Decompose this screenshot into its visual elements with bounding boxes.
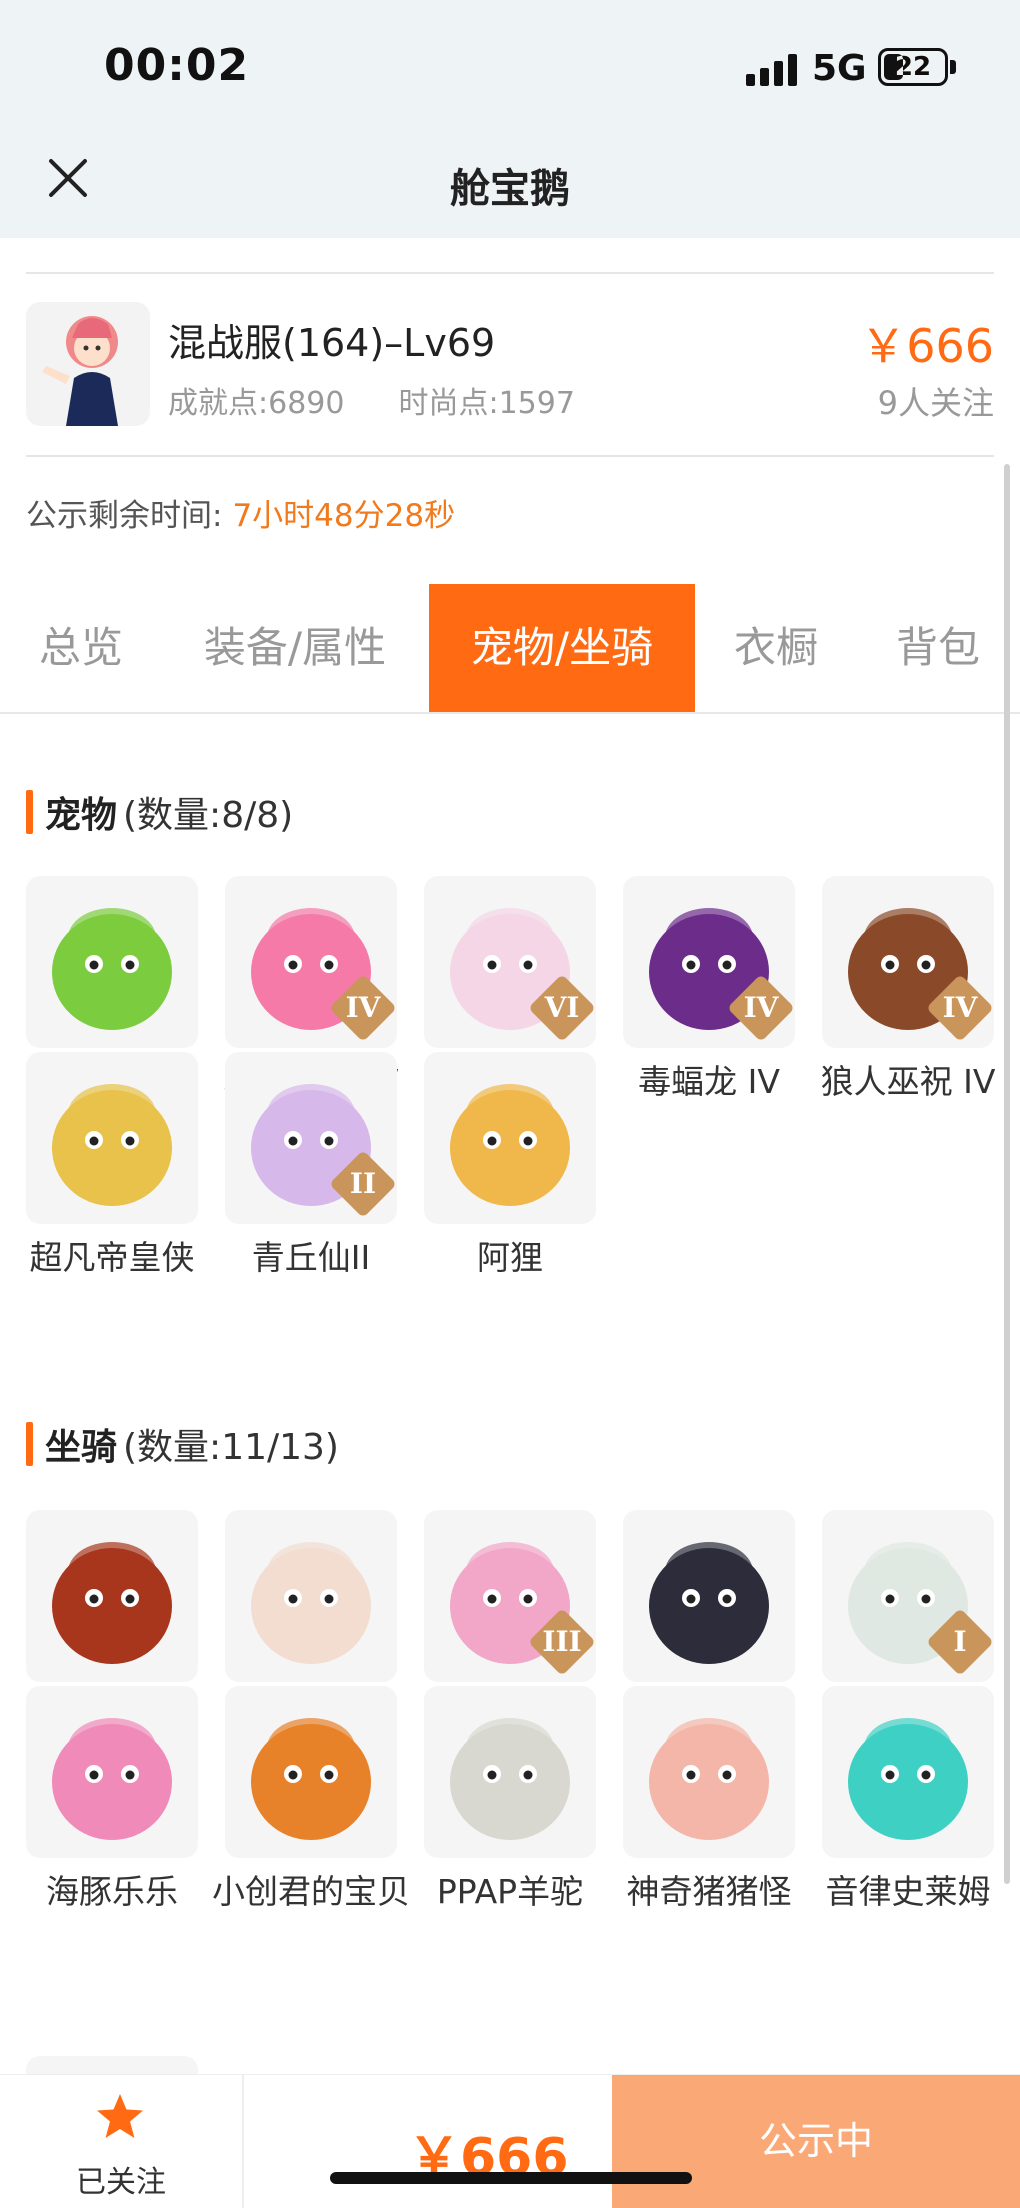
countdown-value: 7小时48分28秒	[232, 498, 456, 534]
pets-count: (数量:8/8)	[123, 795, 294, 836]
divider	[26, 455, 994, 457]
countdown-label: 公示剩余时间:	[26, 498, 223, 534]
divider	[0, 712, 1020, 714]
pets-title: 宠物	[45, 795, 118, 836]
pet-doubao-icon	[26, 876, 198, 1048]
bottom-action-bar: 已关注 ￥666 公示中	[0, 2074, 1020, 2208]
mount-phoenix-icon	[225, 1686, 397, 1858]
pet-pink-bear-icon: IV	[225, 876, 397, 1048]
grade-badge-text: III	[542, 1625, 582, 1658]
grade-badge-text: IV	[942, 991, 978, 1024]
follow-button[interactable]: 已关注	[0, 2075, 244, 2208]
achievement-points: 成就点:6890	[168, 386, 345, 421]
mount-pig-icon	[623, 1686, 795, 1858]
item-name: 海豚乐乐	[46, 1872, 178, 1911]
item-name: PPAP羊驼	[436, 1872, 584, 1911]
pet-poison-dragon-icon: IV	[623, 876, 795, 1048]
mount-dolphin-icon	[26, 1686, 198, 1858]
tab-wardrobe[interactable]: 衣橱	[720, 584, 832, 712]
follower-count: 9人关注	[877, 384, 994, 422]
item-name: 超凡帝皇侠	[29, 1238, 195, 1277]
list-item[interactable]: 音律史莱姆	[822, 1686, 994, 1914]
pet-emperor-knight-icon	[26, 1052, 198, 1224]
item-name: 毒蝠龙 IV	[638, 1062, 780, 1101]
mount-unicorn-icon: III	[424, 1510, 596, 1682]
list-item[interactable]: 阿狸	[424, 1052, 596, 1280]
network-type: 5G	[812, 48, 867, 89]
tab-backpack[interactable]: 背包	[882, 584, 994, 712]
item-name: 青丘仙II	[251, 1238, 371, 1277]
list-item[interactable]: II 青丘仙II	[225, 1052, 397, 1280]
character-price: ￥666	[860, 319, 994, 373]
pet-fox-fairy-icon: II	[225, 1052, 397, 1224]
list-item[interactable]: 神奇猪猪怪	[623, 1686, 795, 1914]
scrollbar[interactable]	[1004, 464, 1010, 1884]
grade-badge-text: VI	[544, 991, 580, 1024]
item-name: 狼人巫祝 IV	[820, 1062, 996, 1101]
pet-ali-icon	[424, 1052, 596, 1224]
mounts-title: 坐骑	[45, 1427, 118, 1468]
mounts-count: (数量:11/13)	[123, 1427, 339, 1468]
mount-mist-deer-icon: I	[822, 1510, 994, 1682]
pet-werewolf-icon: IV	[822, 876, 994, 1048]
battery-level: 22	[894, 52, 932, 82]
home-indicator	[330, 2172, 692, 2184]
list-item[interactable]: 小创君的宝贝	[212, 1686, 410, 1914]
list-item[interactable]: IV 毒蝠龙 IV	[623, 876, 795, 1104]
follow-label: 已关注	[76, 2165, 166, 2200]
list-item[interactable]: IV 狼人巫祝 IV	[821, 876, 995, 1104]
mounts-section-title: 坐骑 (数量:11/13)	[26, 1418, 339, 1470]
item-name: 阿狸	[477, 1238, 543, 1277]
list-item[interactable]	[26, 2056, 198, 2074]
pets-section-title: 宠物 (数量:8/8)	[26, 786, 293, 838]
mount-fluffy-rabbit-icon	[225, 1510, 397, 1682]
list-item[interactable]: 超凡帝皇侠	[26, 1052, 198, 1280]
nav-bar: 舱宝鹅	[0, 120, 1020, 238]
signal-icon	[746, 52, 797, 86]
fashion-points: 时尚点:1597	[398, 386, 575, 421]
tab-bar: 总览 装备/属性 宠物/坐骑 衣橱 背包	[0, 584, 1020, 712]
divider	[26, 272, 994, 274]
character-name: 混战服(164)–Lv69	[168, 321, 496, 365]
list-item[interactable]: PPAP羊驼	[424, 1686, 596, 1914]
tab-pets-mounts[interactable]: 宠物/坐骑	[429, 584, 695, 712]
page-title: 舱宝鹅	[450, 166, 570, 212]
status-time: 00:02	[104, 40, 250, 91]
grade-badge-text: I	[953, 1625, 967, 1658]
item-name: 小创君的宝贝	[212, 1872, 410, 1911]
mount-gold-dragon-icon	[26, 1510, 198, 1682]
character-avatar	[26, 302, 150, 426]
character-stats: 成就点:6890 时尚点:1597	[168, 378, 575, 422]
mount-slime-icon	[822, 1686, 994, 1858]
item-name: 神奇猪猪怪	[626, 1872, 792, 1911]
status-bar: 00:02 5G 22	[0, 0, 1020, 120]
grade-badge-text: II	[349, 1167, 377, 1200]
star-icon	[97, 2094, 143, 2138]
list-item[interactable]: 海豚乐乐	[26, 1686, 198, 1914]
battery-icon: 22	[878, 48, 948, 86]
publicity-status-button[interactable]: 公示中	[612, 2075, 1020, 2208]
pet-crazy-rabbit-icon: VI	[424, 876, 596, 1048]
tab-equipment[interactable]: 装备/属性	[190, 584, 400, 712]
countdown: 公示剩余时间: 7小时48分28秒	[26, 490, 455, 535]
tab-overview[interactable]: 总览	[26, 584, 136, 712]
mount-alpaca-icon	[424, 1686, 596, 1858]
grade-badge-text: IV	[743, 991, 779, 1024]
item-name: 音律史莱姆	[825, 1872, 991, 1911]
grade-badge-text: IV	[345, 991, 381, 1024]
mount-black-chocobo-icon	[623, 1510, 795, 1682]
